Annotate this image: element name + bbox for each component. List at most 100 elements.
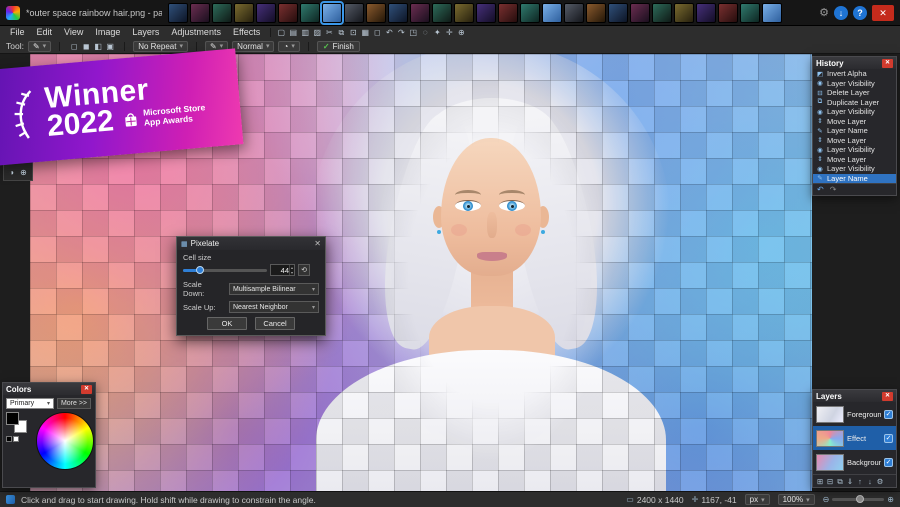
color-wheel[interactable] [36,412,94,470]
image-thumbnail[interactable] [278,2,298,23]
undo-icon[interactable]: ↶ [383,26,395,39]
opacity-dropdown[interactable]: ◔ [278,40,300,52]
image-thumbnail[interactable] [388,2,408,23]
cut-icon[interactable]: ✂ [323,26,335,39]
menu-item-image[interactable]: Image [89,26,126,39]
image-thumbnail[interactable] [344,2,364,23]
copy-icon[interactable]: ⧉ [335,26,347,39]
settings-gear-icon[interactable]: ⚙ [819,6,829,20]
zoom-tool-icon[interactable]: ⊕ [18,167,29,178]
crop-icon[interactable]: ▦ [359,26,371,39]
dialog-close-icon[interactable]: ✕ [314,239,321,248]
layers-close-button[interactable]: ✕ [882,391,893,401]
history-item[interactable]: ◉ Layer Visibility [813,164,896,174]
colors-panel-title[interactable]: Colors ✕ [3,383,95,395]
history-item[interactable]: ◉ Layer Visibility [813,79,896,89]
image-thumbnail[interactable] [718,2,738,23]
layer-row-selected[interactable]: Effect ✓ [813,426,896,450]
menu-item-layers[interactable]: Layers [126,26,165,39]
slider-thumb[interactable] [196,265,204,274]
finish-button[interactable]: ✓ Finish [316,40,360,52]
history-close-button[interactable]: ✕ [882,58,893,68]
color-mode-dropdown[interactable]: Primary [6,398,54,409]
image-thumbnail[interactable] [168,2,188,23]
layer-visibility-checkbox[interactable]: ✓ [884,457,893,467]
open-file-icon[interactable]: ▤ [287,26,299,39]
add-layer-icon[interactable]: ⊞ [815,475,825,488]
menu-item-file[interactable]: File [4,26,31,39]
cell-size-input[interactable] [271,265,289,275]
history-panel-title[interactable]: History ✕ [813,57,896,69]
help-icon[interactable]: ? [853,5,867,20]
deselect-icon[interactable]: ◻ [371,26,383,39]
history-item[interactable]: ◉ Layer Visibility [813,145,896,155]
spin-down-icon[interactable]: ▾ [291,270,293,275]
image-thumbnail[interactable] [498,2,518,23]
dialog-title-bar[interactable]: ▦ Pixelate ✕ [177,237,325,250]
move-layer-up-icon[interactable]: ↑ [855,475,865,488]
image-thumbnail[interactable] [696,2,716,23]
reset-button[interactable]: ⟲ [298,264,311,276]
menu-item-edit[interactable]: Edit [31,26,59,39]
magic-wand-icon[interactable]: ✦ [431,26,443,39]
image-thumbnail[interactable] [366,2,386,23]
image-thumbnail[interactable] [542,2,562,23]
image-thumbnail[interactable] [320,0,344,25]
redo-icon[interactable]: ↷ [395,26,407,39]
history-undo-icon[interactable]: ↶ [817,185,824,194]
image-thumbnail[interactable] [608,2,628,23]
image-thumbnail[interactable] [300,2,320,23]
more-colors-button[interactable]: More >> [57,398,91,409]
history-redo-icon[interactable]: ↷ [830,185,837,194]
zoom-level-dropdown[interactable]: 100% [777,494,815,505]
fill-mode-dropdown[interactable]: No Repeat [133,40,188,52]
cancel-button[interactable]: Cancel [255,317,295,330]
zoom-in-icon[interactable]: ⊕ [887,495,894,504]
image-thumbnail[interactable] [190,2,210,23]
history-item[interactable]: ⇕ Move Layer [813,136,896,146]
image-thumbnail[interactable] [476,2,496,23]
menu-item-effects[interactable]: Effects [227,26,266,39]
unit-dropdown[interactable]: px [744,494,770,505]
history-item[interactable]: ✎ Layer Name [813,126,896,136]
print-icon[interactable]: ▨ [311,26,323,39]
zoom-slider[interactable] [832,495,885,503]
scale-down-dropdown[interactable]: Multisample Bilinear [229,283,319,295]
ok-button[interactable]: OK [207,317,247,330]
image-thumbnail[interactable] [564,2,584,23]
history-item[interactable]: ◉ Layer Visibility [813,107,896,117]
delete-layer-icon[interactable]: ⊟ [825,475,835,488]
image-thumbnail[interactable] [630,2,650,23]
zoom-tool-icon[interactable]: ⊕ [455,26,467,39]
menu-item-view[interactable]: View [58,26,89,39]
merge-down-icon[interactable]: ⇓ [845,475,855,488]
image-thumbnail[interactable] [212,2,232,23]
layers-panel-title[interactable]: Layers ✕ [813,390,896,402]
image-thumbnail[interactable] [586,2,606,23]
paste-icon[interactable]: ⊡ [347,26,359,39]
gradient-tool-icon[interactable]: ◑ [6,167,17,178]
image-thumbnail[interactable] [256,2,276,23]
layer-properties-icon[interactable]: ⚙ [875,475,885,488]
active-tool-dropdown[interactable]: ✎ [27,40,52,52]
image-thumbnail[interactable] [762,2,782,23]
move-layer-down-icon[interactable]: ↓ [865,475,875,488]
cell-size-slider[interactable] [183,265,267,274]
image-thumbnail[interactable] [652,2,672,23]
history-item[interactable]: ⧉ Duplicate Layer [813,98,896,108]
history-item[interactable]: ◩ Invert Alpha [813,69,896,79]
save-icon[interactable]: ▥ [299,26,311,39]
layer-row[interactable]: Background ✓ [813,450,896,474]
history-item[interactable]: ⊟ Delete Layer [813,88,896,98]
image-thumbnail[interactable] [740,2,760,23]
zoom-out-icon[interactable]: ⊖ [823,495,830,504]
primary-color-swatch[interactable] [6,412,19,425]
history-item[interactable]: ⇕ Move Layer [813,155,896,165]
layer-row[interactable]: Foreground ✓ [813,402,896,426]
image-thumbnail[interactable] [674,2,694,23]
rect-select-icon[interactable]: ◳ [407,26,419,39]
default-white-swatch[interactable] [13,436,19,442]
menu-item-adjustments[interactable]: Adjustments [165,26,227,39]
image-thumbnail[interactable] [234,2,254,23]
image-thumbnail[interactable] [520,2,540,23]
